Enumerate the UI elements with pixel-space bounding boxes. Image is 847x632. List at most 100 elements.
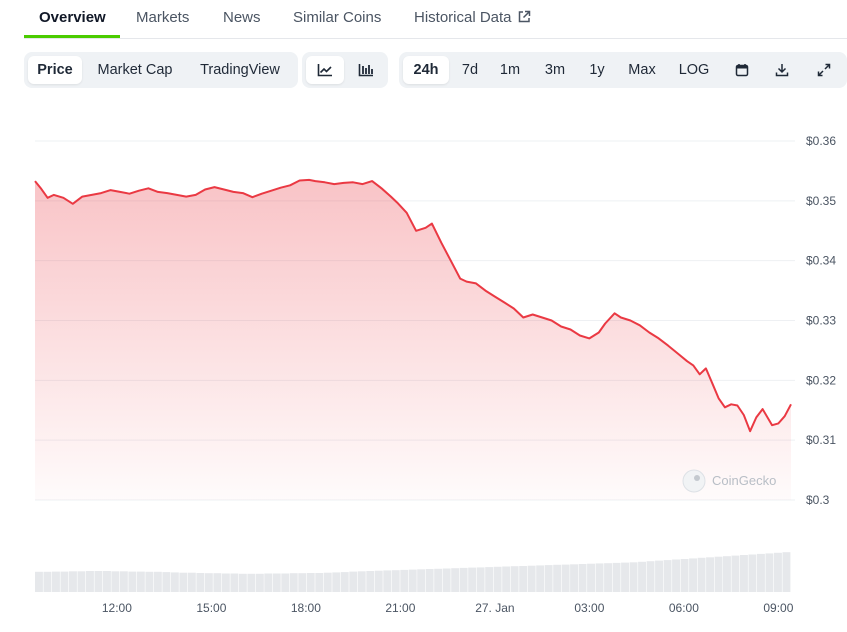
volume-bar <box>485 567 494 592</box>
volume-bar <box>60 571 69 592</box>
x-tick-label: 12:00 <box>102 601 132 615</box>
volume-bar <box>136 571 145 592</box>
market-cap-tab[interactable]: Market Cap <box>88 56 182 84</box>
volume-bar <box>451 568 460 592</box>
volume-bar <box>680 559 689 592</box>
range-3m[interactable]: 3m <box>536 56 574 84</box>
volume-bar <box>510 566 519 592</box>
volume-bar <box>502 566 511 592</box>
tab-historical-data[interactable]: Historical Data <box>414 9 531 26</box>
volume-bar <box>587 563 595 592</box>
calendar-button[interactable] <box>725 56 759 84</box>
volume-bar <box>672 559 680 592</box>
volume-bar <box>332 572 341 592</box>
volume-bar <box>527 565 536 592</box>
volume-bar <box>536 565 545 592</box>
volume-bar <box>366 571 375 592</box>
volume-bar <box>621 562 629 592</box>
y-tick-label: $0.32 <box>806 373 836 387</box>
volume-bar <box>740 555 748 592</box>
range-1m[interactable]: 1m <box>493 56 527 84</box>
tab-markets[interactable]: Markets <box>136 9 189 26</box>
volume-bar <box>561 564 570 592</box>
download-button[interactable] <box>765 56 799 84</box>
volume-bar <box>247 573 256 592</box>
volume-bar <box>706 557 714 592</box>
range-group: 24h 7d 1m 3m 1y Max LOG <box>399 52 847 88</box>
volume-bar <box>306 573 315 592</box>
volume-bar <box>731 555 740 592</box>
x-tick-label: 09:00 <box>763 601 793 615</box>
volume-bar <box>119 571 128 592</box>
fullscreen-button[interactable] <box>807 56 841 84</box>
volume-bar <box>553 564 562 592</box>
candlestick-view-button[interactable] <box>348 56 384 84</box>
volume-bar <box>170 572 179 592</box>
volume-bar <box>638 561 646 592</box>
volume-bar <box>128 571 137 592</box>
volume-bar <box>94 571 103 592</box>
y-tick-label: $0.35 <box>806 194 836 208</box>
y-axis-labels: $0.36 $0.35 $0.34 $0.33 $0.32 $0.31 $0.3 <box>806 134 836 507</box>
volume-bar <box>77 571 86 592</box>
volume-bar <box>519 566 528 592</box>
volume-bar <box>35 571 43 592</box>
line-view-button[interactable] <box>306 56 344 84</box>
volume-bar <box>145 571 154 592</box>
volume-bar <box>52 571 60 592</box>
volume-bar <box>612 562 621 592</box>
fullscreen-icon <box>817 63 831 77</box>
price-chart[interactable]: CoinGecko $0.36$0.35$0.34$0.33$0.32$0.31… <box>0 100 847 632</box>
y-tick-label: $0.31 <box>806 433 836 447</box>
volume-bar <box>408 569 417 592</box>
volume-bar <box>315 573 324 592</box>
line-chart-icon <box>317 64 332 77</box>
volume-bar <box>425 569 434 592</box>
tab-news[interactable]: News <box>223 9 261 26</box>
tab-overview[interactable]: Overview <box>39 9 106 26</box>
volume-bar <box>570 564 578 592</box>
volume-bar <box>340 572 349 592</box>
log-scale-button[interactable]: LOG <box>673 56 715 84</box>
range-1y[interactable]: 1y <box>581 56 613 84</box>
x-axis-labels: 12:00 15:00 18:00 21:00 27. Jan 03:00 06:00 09:… <box>102 601 794 615</box>
volume-bar <box>663 560 672 592</box>
x-tick-label: 21:00 <box>385 601 415 615</box>
volume-bar <box>646 561 655 592</box>
volume-bar <box>204 573 213 592</box>
range-7d[interactable]: 7d <box>453 56 487 84</box>
volume-bar <box>774 552 782 592</box>
volume-bar <box>604 563 612 592</box>
volume-bar <box>697 557 706 592</box>
volume-bar <box>43 571 52 592</box>
tab-similar-coins[interactable]: Similar Coins <box>293 9 381 26</box>
top-tabs: Overview Markets News Similar Coins Hist… <box>24 0 847 39</box>
volume-bar <box>281 573 290 592</box>
volume-bars <box>35 552 791 592</box>
volume-bar <box>757 553 765 592</box>
volume-bar <box>221 573 230 592</box>
range-max[interactable]: Max <box>621 56 663 84</box>
volume-bar <box>111 571 120 592</box>
range-24h[interactable]: 24h <box>403 56 449 84</box>
calendar-icon <box>735 64 749 77</box>
volume-bar <box>782 552 791 592</box>
volume-bar <box>103 571 111 592</box>
price-tab[interactable]: Price <box>28 56 82 84</box>
y-tick-label: $0.36 <box>806 134 836 148</box>
tab-historical-data-label: Historical Data <box>414 9 512 26</box>
y-tick-label: $0.34 <box>806 254 836 268</box>
volume-bar <box>442 568 451 592</box>
y-tick-label: $0.33 <box>806 314 836 328</box>
tradingview-tab[interactable]: TradingView <box>190 56 290 84</box>
volume-bar <box>417 569 426 592</box>
y-tick-label: $0.3 <box>806 493 830 507</box>
volume-bar <box>468 567 477 592</box>
volume-bar <box>578 564 587 592</box>
x-tick-label: 27. Jan <box>475 601 514 615</box>
price-area <box>35 179 791 500</box>
volume-bar <box>179 572 188 592</box>
volume-bar <box>493 566 502 592</box>
volume-bar <box>765 553 774 592</box>
volume-bar <box>238 573 247 592</box>
